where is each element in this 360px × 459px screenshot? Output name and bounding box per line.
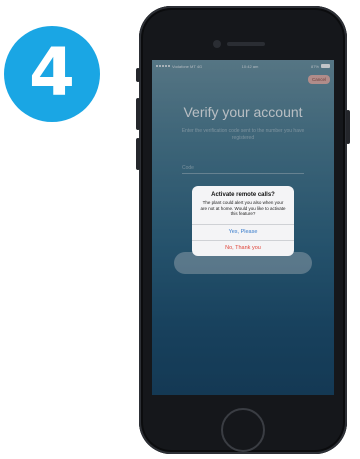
volume-up-button bbox=[136, 98, 140, 130]
earpiece-speaker bbox=[227, 42, 265, 46]
no-thank-you-button[interactable]: No, Thank you bbox=[192, 239, 294, 256]
alert-message: The plant could alert you also when your… bbox=[200, 200, 286, 217]
home-button[interactable] bbox=[221, 408, 265, 452]
mute-switch bbox=[136, 68, 140, 82]
alert-title: Activate remote calls? bbox=[211, 192, 275, 198]
front-camera bbox=[213, 40, 221, 48]
step-number: 4 bbox=[29, 34, 75, 111]
power-button bbox=[346, 110, 350, 144]
step-badge: 4 bbox=[4, 26, 100, 122]
phone-mockup: Vodafone MT 4G 10:42 am 87% Cancel Verif… bbox=[136, 6, 350, 454]
yes-please-button[interactable]: Yes, Please bbox=[192, 223, 294, 240]
volume-down-button bbox=[136, 138, 140, 170]
alert-dialog: Activate remote calls? The plant could a… bbox=[192, 186, 294, 256]
phone-screen: Vodafone MT 4G 10:42 am 87% Cancel Verif… bbox=[152, 60, 334, 395]
